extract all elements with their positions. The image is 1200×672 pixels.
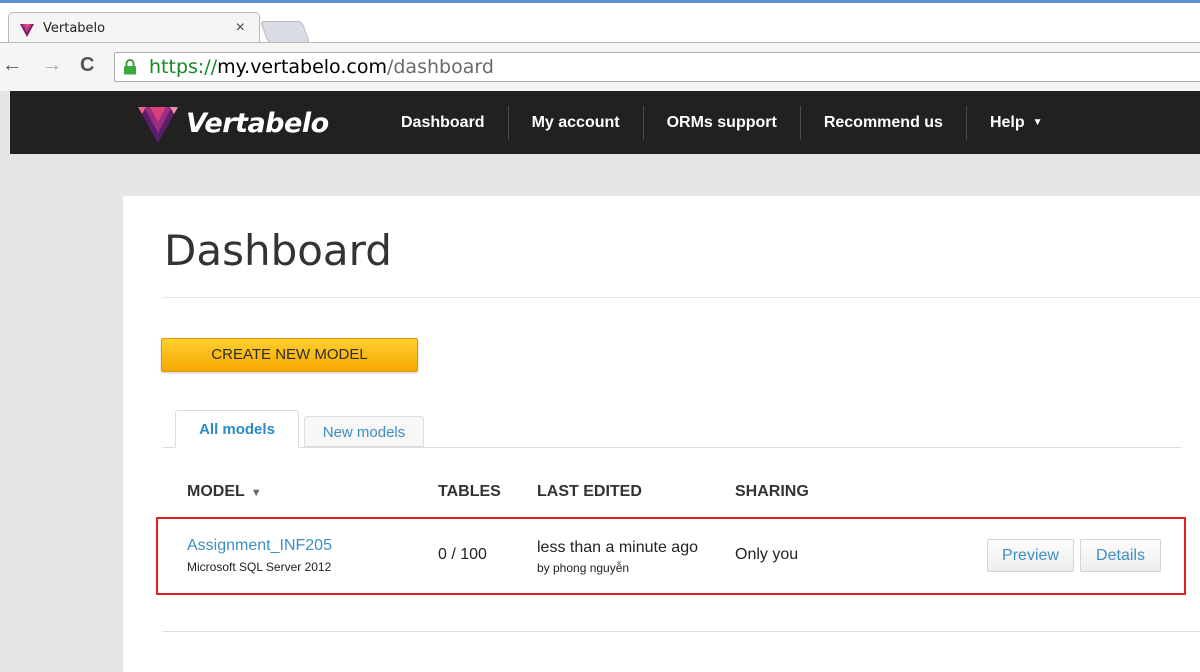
page-title: Dashboard (164, 226, 392, 275)
tab-all-models[interactable]: All models (175, 410, 299, 448)
close-icon[interactable]: × (236, 19, 245, 37)
app-navbar: Vertabelo Dashboard My account ORMs supp… (10, 91, 1200, 154)
nav-recommend-us[interactable]: Recommend us (799, 105, 966, 140)
model-database: Microsoft SQL Server 2012 (187, 560, 332, 574)
tabs-baseline (163, 447, 1181, 448)
browser-tab-bar: Vertabelo × (0, 3, 1200, 46)
address-bar[interactable]: https://my.vertabelo.com/dashboard (114, 52, 1200, 82)
nav-orms-support[interactable]: ORMs support (642, 105, 800, 140)
vertabelo-favicon (20, 24, 34, 37)
model-sharing: Only you (735, 546, 799, 563)
brand-name: Vertabelo (186, 107, 329, 139)
tab-new-models[interactable]: New models (304, 416, 424, 447)
preview-button[interactable]: Preview (987, 539, 1074, 572)
title-divider (163, 297, 1200, 298)
url-text: https://my.vertabelo.com/dashboard (149, 56, 494, 78)
model-edited-by: by phong nguyễn (537, 561, 630, 575)
browser-tab[interactable]: Vertabelo × (8, 12, 260, 46)
create-new-model-button[interactable]: CREATE NEW MODEL (161, 338, 418, 372)
tab-title: Vertabelo (43, 21, 106, 36)
nav-help[interactable]: Help ▼ (965, 105, 1066, 140)
column-header-model-label: MODEL (187, 483, 245, 500)
model-last-edited: less than a minute ago (537, 539, 698, 556)
column-header-last-edited: LAST EDITED (537, 483, 642, 500)
model-name-link[interactable]: Assignment_INF205 (187, 537, 332, 555)
url-host: my.vertabelo.com (217, 56, 387, 78)
back-arrow-icon[interactable]: ← (2, 53, 22, 77)
new-tab-button[interactable] (259, 21, 311, 43)
url-scheme: https:// (149, 56, 218, 78)
nav-help-label: Help (989, 113, 1025, 131)
url-path: /dashboard (386, 56, 494, 78)
main-menu: Dashboard My account ORMs support Recomm… (378, 91, 1066, 154)
details-button[interactable]: Details (1080, 539, 1161, 572)
vertabelo-logo (138, 107, 178, 143)
lock-icon (124, 59, 136, 75)
brand[interactable]: Vertabelo (136, 101, 329, 145)
window-left-edge (0, 91, 10, 672)
sort-down-icon: ▼ (250, 487, 262, 499)
nav-my-account[interactable]: My account (507, 105, 643, 140)
forward-arrow-icon[interactable]: → (42, 53, 62, 77)
reload-icon[interactable]: C (80, 53, 94, 77)
model-tables-count: 0 / 100 (438, 546, 487, 563)
chevron-down-icon: ▼ (1032, 116, 1043, 128)
column-header-tables: TABLES (438, 483, 501, 500)
column-header-model[interactable]: MODEL ▼ (187, 483, 262, 501)
column-header-sharing: SHARING (735, 483, 809, 500)
nav-dashboard[interactable]: Dashboard (378, 106, 508, 140)
browser-toolbar: ← → C https://my.vertabelo.com/dashboard (0, 43, 1200, 91)
table-bottom-divider (163, 631, 1200, 632)
